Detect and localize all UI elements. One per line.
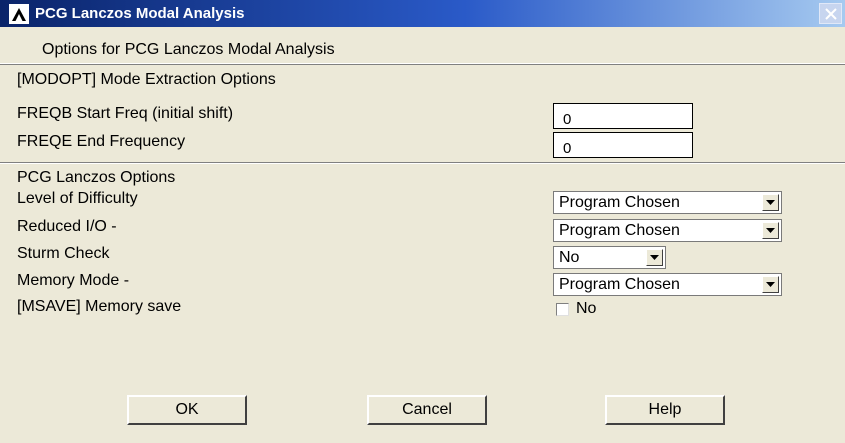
cancel-button[interactable]: Cancel [367,395,487,425]
window-title: PCG Lanczos Modal Analysis [35,5,245,22]
msave-checkbox[interactable] [556,302,569,316]
difficulty-label: Level of Difficulty [17,190,138,207]
chevron-down-icon[interactable] [762,194,779,211]
ansys-logo-icon [9,3,29,24]
msave-label: [MSAVE] Memory save [17,298,182,315]
chevron-down-icon[interactable] [762,276,779,293]
section-divider [0,162,845,164]
freqe-input[interactable] [553,132,693,158]
ok-button[interactable]: OK [127,395,247,425]
memory-mode-select[interactable]: Program Chosen [553,273,782,296]
difficulty-select[interactable]: Program Chosen [553,191,782,214]
reduced-io-label: Reduced I/O - [17,218,117,235]
freqb-input[interactable] [553,103,693,129]
modopt-section-label: [MODOPT] Mode Extraction Options [17,71,276,88]
dialog-subtitle: Options for PCG Lanczos Modal Analysis [42,41,335,58]
pcg-section-label: PCG Lanczos Options [17,169,176,186]
chevron-down-icon[interactable] [646,249,663,266]
sturm-check-label: Sturm Check [17,245,110,262]
freqe-label: FREQE End Frequency [17,133,186,150]
chevron-down-icon[interactable] [762,222,779,239]
close-button[interactable] [819,3,842,24]
title-bar: PCG Lanczos Modal Analysis [0,0,845,27]
dialog-subtitle-bar: Options for PCG Lanczos Modal Analysis [0,27,845,64]
memory-mode-label: Memory Mode - [17,272,130,289]
reduced-io-value: Program Chosen [559,221,680,239]
sturm-check-value: No [559,248,580,266]
reduced-io-select[interactable]: Program Chosen [553,219,782,242]
freqb-label: FREQB Start Freq (initial shift) [17,105,234,122]
difficulty-value: Program Chosen [559,193,680,211]
help-button[interactable]: Help [605,395,725,425]
sturm-check-select[interactable]: No [553,246,666,269]
close-icon [824,7,837,20]
msave-checkbox-wrap[interactable]: No [556,300,596,318]
memory-mode-value: Program Chosen [559,275,680,293]
msave-checkbox-label: No [576,300,597,317]
